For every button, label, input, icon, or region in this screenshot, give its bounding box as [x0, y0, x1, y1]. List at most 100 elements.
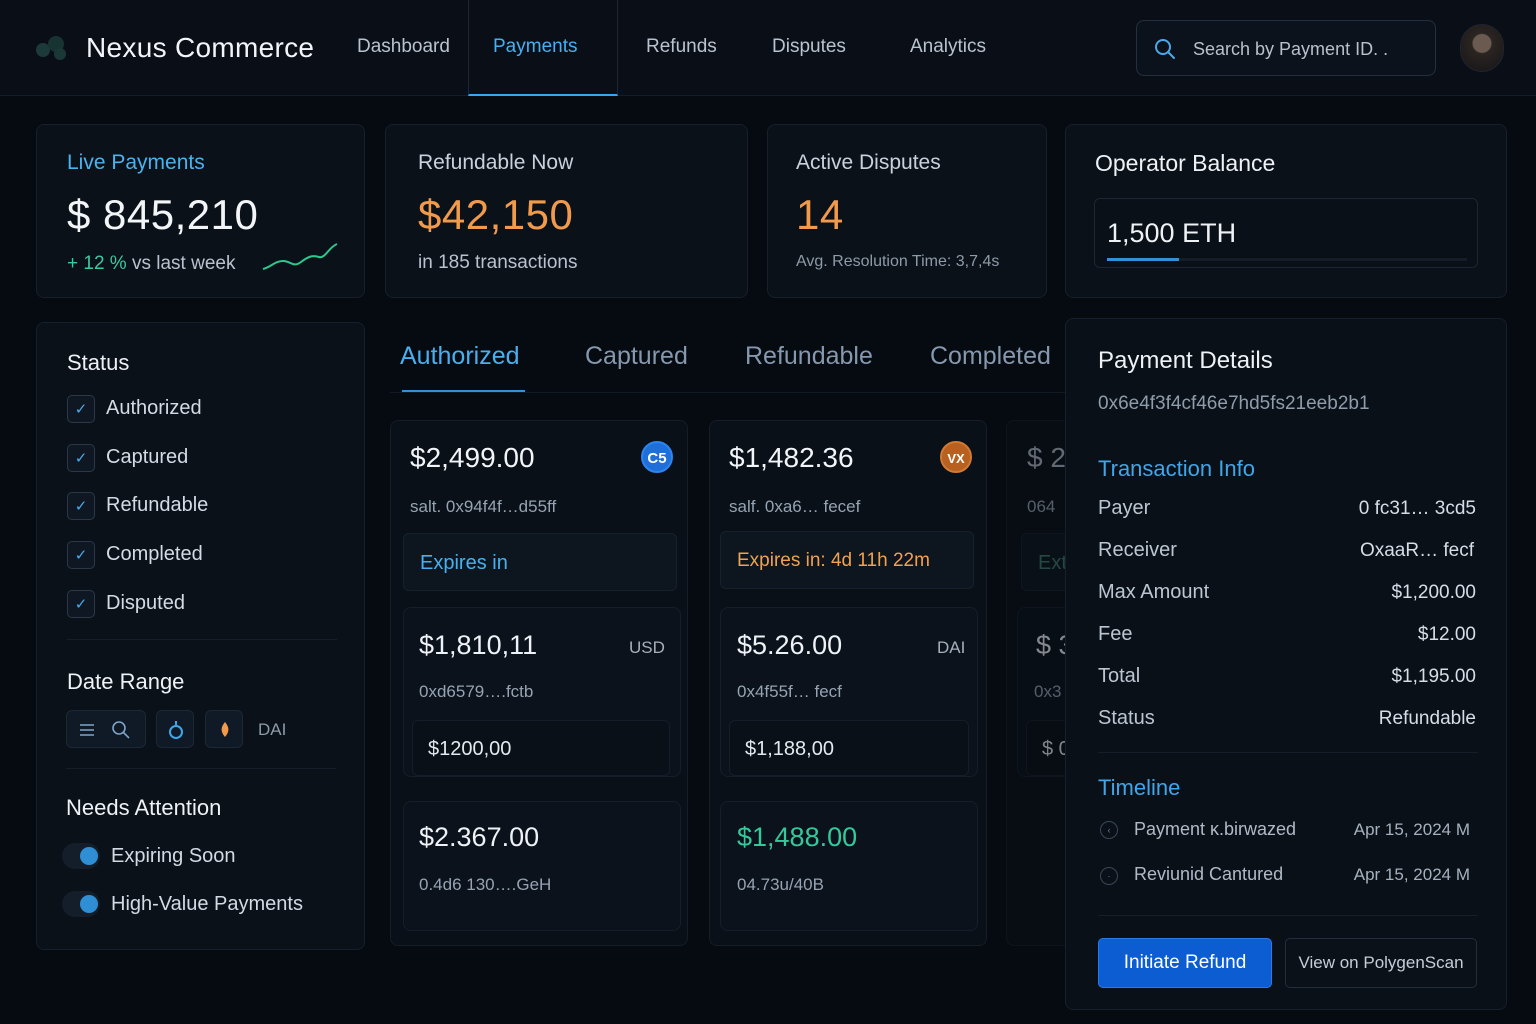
- search-icon: [1155, 39, 1175, 59]
- balance-value: 1,500 ETH: [1107, 218, 1237, 248]
- detail-value-payer: 0 fc31… 3cd5: [1358, 498, 1476, 519]
- payment-id[interactable]: 0x6e4f3f4cf46e7hd5fs21eeb2b1: [1098, 393, 1370, 415]
- initiate-refund-button[interactable]: Initiate Refund: [1098, 938, 1272, 988]
- status-filter-authorized[interactable]: ✓ Authorized: [67, 395, 307, 425]
- status-filter-completed[interactable]: ✓ Completed: [67, 541, 307, 571]
- tab-refundable[interactable]: Refundable: [745, 342, 873, 371]
- detail-label-max-amount: Max Amount: [1098, 581, 1210, 603]
- subcard-hash: 04.73u/40B: [737, 875, 824, 894]
- divider: [1098, 752, 1478, 753]
- detail-label-receiver: Receiver: [1098, 539, 1177, 561]
- subcard-hash: 0x3: [1034, 682, 1062, 701]
- status-filter-refundable[interactable]: ✓ Refundable: [67, 492, 307, 522]
- high-value-toggle[interactable]: [62, 891, 100, 917]
- toggle-knob: [80, 895, 98, 913]
- checkbox-label: Disputed: [106, 592, 185, 614]
- subcard-amount: $5.26.00: [737, 630, 843, 660]
- stat-change-row: + 12 % vs last week: [67, 253, 235, 275]
- detail-label-total: Total: [1098, 665, 1141, 687]
- toggle-knob: [80, 847, 98, 865]
- divider: [1098, 915, 1478, 916]
- nav-dashboard[interactable]: Dashboard: [357, 36, 450, 58]
- detail-value-receiver: OxaaR… fecf: [1359, 540, 1474, 561]
- date-range-list-search-chip[interactable]: [66, 710, 146, 748]
- nav-refunds[interactable]: Refunds: [646, 36, 717, 58]
- nav-analytics[interactable]: Analytics: [910, 36, 986, 58]
- search-box[interactable]: [1136, 20, 1436, 76]
- payment-card-2[interactable]: $1,482.36 VX salf. 0xa6… fecef Expires i…: [709, 420, 987, 946]
- balance-bar-fill: [1107, 258, 1179, 261]
- status-filter-disputed[interactable]: ✓ Disputed: [67, 590, 307, 620]
- stat-card-operator-balance: Operator Balance 1,500 ETH: [1065, 124, 1507, 298]
- user-avatar[interactable]: [1460, 24, 1504, 72]
- usdc-coin-icon: C5: [641, 441, 673, 473]
- view-on-explorer-button[interactable]: View on PolygenScan: [1285, 938, 1477, 988]
- payment-subcard[interactable]: $5.26.00 DAI 0x4f55f… fecf $1,188,00: [720, 607, 978, 777]
- detail-label-payer: Payer: [1098, 497, 1151, 519]
- tab-authorized[interactable]: Authorized: [400, 342, 520, 371]
- checkbox-label: Refundable: [106, 494, 209, 516]
- tabs-divider: [390, 392, 1065, 393]
- tab-captured[interactable]: Captured: [585, 342, 688, 371]
- stat-card-live-payments: Live Payments $ 845,210 + 12 % vs last w…: [36, 124, 365, 298]
- subcard-hash: 0xd6579….fctb: [419, 682, 534, 701]
- subcard-hash: 0x4f55f… fecf: [737, 682, 842, 701]
- detail-value-fee: $12.00: [1417, 624, 1476, 645]
- detail-value-status: Refundable: [1378, 708, 1476, 729]
- token-coin-icon: VX: [940, 441, 972, 473]
- stat-value: $ 845,210: [67, 191, 259, 238]
- search-input[interactable]: [1193, 37, 1423, 61]
- expires-text: Ext: [1038, 552, 1065, 574]
- payment-subcard[interactable]: $ 3 0x3 $ 0: [1017, 607, 1065, 777]
- payment-card-3[interactable]: $ 2 064 Ext $ 3 0x3 $ 0: [1006, 420, 1065, 946]
- expiring-soon-toggle[interactable]: [62, 843, 100, 869]
- payment-amount: $2,499.00: [410, 442, 535, 473]
- payment-subcard[interactable]: $2.367.00 0.4d6 130….GeH: [403, 801, 681, 931]
- list-icon: [80, 724, 94, 736]
- subcard-amount: $ 3: [1036, 630, 1065, 660]
- subcard-hash: 0.4d6 130….GeH: [419, 875, 552, 894]
- balance-bar-track: [1107, 258, 1467, 261]
- timeline-date: Apr 15, 2024 M: [1353, 820, 1470, 839]
- payment-amount: $ 2: [1027, 442, 1065, 473]
- payment-hash: 064: [1027, 497, 1056, 516]
- stat-card-disputes: Active Disputes 14 Avg. Resolution Time:…: [767, 124, 1047, 298]
- date-range-token-chip[interactable]: [156, 710, 194, 748]
- check-icon[interactable]: ✓: [67, 395, 95, 423]
- timeline-event: Reviunid Cantured: [1134, 864, 1284, 884]
- check-icon[interactable]: ✓: [67, 541, 95, 569]
- brand-name[interactable]: Nexus Commerce: [86, 32, 314, 64]
- logo-icon: [36, 36, 66, 60]
- nav-payments[interactable]: Payments: [493, 36, 577, 58]
- payment-subcard[interactable]: $1,488.00 04.73u/40B: [720, 801, 978, 931]
- check-icon[interactable]: ✓: [67, 444, 95, 472]
- subcard-amount-box: $ 0: [1026, 720, 1065, 776]
- stat-change-suffix: vs last week: [131, 253, 236, 274]
- checkbox-label: Authorized: [106, 397, 202, 419]
- tab-completed[interactable]: Completed: [930, 342, 1051, 371]
- stat-title: Operator Balance: [1095, 150, 1276, 176]
- payment-card-1[interactable]: $2,499.00 C5 salt. 0x94f4f…d55ff Expires…: [390, 420, 688, 946]
- details-title: Payment Details: [1098, 347, 1273, 374]
- subcard-amount: $2.367.00: [419, 822, 540, 852]
- checkbox-label: Captured: [106, 446, 189, 468]
- checkbox-label: Completed: [106, 543, 203, 565]
- subcard-sub-amount: $1,188,00: [745, 738, 834, 760]
- stat-sub: Avg. Resolution Time: 3,7,4s: [796, 253, 1000, 270]
- status-filter-title: Status: [67, 350, 130, 375]
- date-range-currency-label[interactable]: DAI: [258, 720, 286, 740]
- nav-disputes[interactable]: Disputes: [772, 36, 846, 58]
- date-range-title: Date Range: [67, 669, 185, 694]
- timeline-title: Timeline: [1098, 775, 1181, 800]
- check-icon[interactable]: ✓: [67, 492, 95, 520]
- high-value-label: High-Value Payments: [111, 893, 303, 915]
- divider: [66, 768, 336, 769]
- check-icon[interactable]: ✓: [67, 590, 95, 618]
- status-filter-captured[interactable]: ✓ Captured: [67, 444, 307, 474]
- payment-amount: $1,482.36: [729, 442, 854, 473]
- payment-subcard[interactable]: $1,810,11 USD 0xd6579….fctb $1200,00: [403, 607, 681, 777]
- payment-hash: salf. 0xa6… fecef: [729, 497, 861, 516]
- timeline-date: Apr 15, 2024 M: [1353, 865, 1470, 884]
- date-range-flame-chip[interactable]: [205, 710, 243, 748]
- subcard-amount: $1,810,11: [419, 630, 538, 660]
